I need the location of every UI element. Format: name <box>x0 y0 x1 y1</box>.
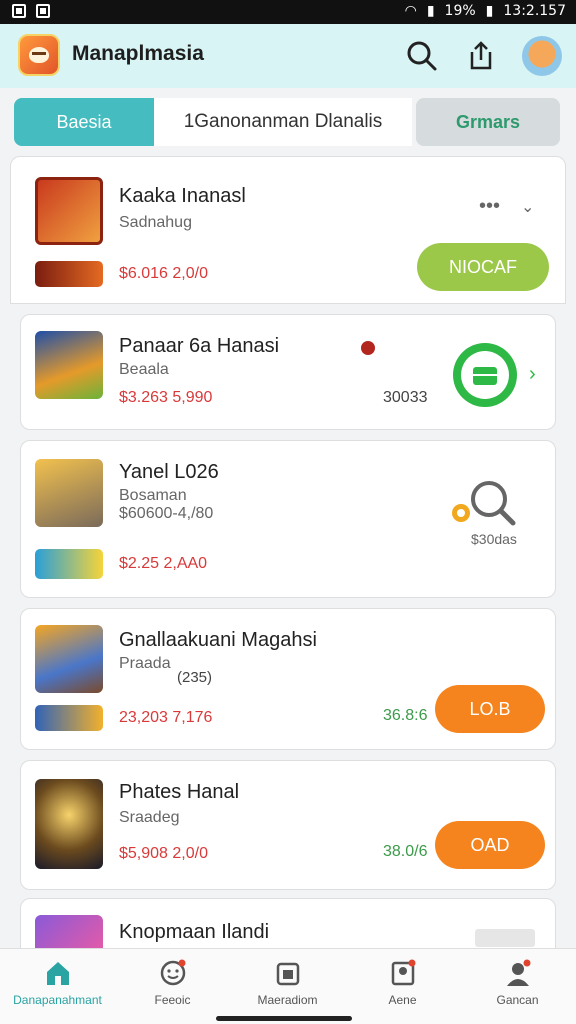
profile-icon <box>507 959 531 986</box>
list-item[interactable]: Gnallaakuani Magahsi Praada (235) 23,203… <box>20 608 556 750</box>
nav-home[interactable]: Danapanahmant <box>0 949 115 1013</box>
card-count: $30das <box>471 531 517 547</box>
search-icon[interactable] <box>447 477 519 533</box>
tab-bar: Baesia 1Ganonanman Dlanalis Grmars <box>14 98 562 146</box>
nav-maeradiom[interactable]: Maeradiom <box>230 949 345 1013</box>
card-title: Kaaka Inanasl <box>119 185 246 207</box>
game-thumbnail <box>35 459 103 527</box>
card-meta: (235) <box>177 669 213 686</box>
calendar-icon <box>276 962 300 986</box>
card-count: 30033 <box>383 389 428 406</box>
card-price: $3.263 5,990 <box>119 389 213 406</box>
map-icon <box>391 959 416 986</box>
search-icon[interactable] <box>404 38 438 72</box>
tab-dlanalis[interactable]: 1Ganonanman Dlanalis <box>154 98 412 146</box>
card-score: 36.8:6 <box>383 707 428 724</box>
avatar[interactable] <box>522 36 562 76</box>
live-indicator-icon <box>361 341 375 355</box>
nav-label: Feeoic <box>154 993 191 1007</box>
action-button[interactable]: LO.B <box>435 685 545 733</box>
chat-icon[interactable] <box>449 339 521 411</box>
nav-label: Aene <box>388 993 417 1007</box>
game-thumbnail <box>35 625 103 693</box>
nav-aene[interactable]: Aene <box>345 949 460 1013</box>
card-price: $6.016 2,0/0 <box>119 265 208 282</box>
tab-baesia[interactable]: Baesia <box>14 98 154 146</box>
card-title: Yanel L026 <box>119 461 219 483</box>
chevron-down-icon[interactable]: ⌄ <box>521 197 534 217</box>
wifi-icon: ◠ <box>404 3 417 19</box>
home-icon <box>47 962 69 985</box>
more-icon[interactable]: ••• <box>479 195 500 218</box>
home-indicator[interactable] <box>216 1016 352 1021</box>
battery-level: 19% <box>444 3 476 19</box>
game-badge <box>35 261 103 287</box>
share-icon[interactable] <box>464 38 498 72</box>
card-price: 23,203 7,176 <box>119 709 213 726</box>
game-badge <box>35 705 103 731</box>
notification-icon <box>12 4 26 18</box>
game-thumbnail <box>35 177 103 245</box>
card-title: Phates Hanal <box>119 781 240 803</box>
battery-icon: ▮ <box>485 3 494 19</box>
nav-label: Danapanahmant <box>13 993 102 1007</box>
card-meta: $60600-4,/80 <box>119 505 214 522</box>
list-item[interactable]: Phates Hanal Sraadeg $5,908 2,0/0 38.0/6… <box>20 760 556 890</box>
app-title: Manaplmasia <box>72 42 204 65</box>
action-button[interactable]: OAD <box>435 821 545 869</box>
card-subtitle: Beaala <box>119 361 169 378</box>
card-title: Gnallaakuani Magahsi <box>119 629 317 651</box>
chevron-right-icon[interactable]: › <box>529 363 536 386</box>
nav-label: Maeradiom <box>257 993 318 1007</box>
tag-icon <box>475 929 535 947</box>
card-subtitle: Sraadeg <box>119 809 180 826</box>
action-button[interactable]: NIOCAF <box>417 243 549 291</box>
tab-grmars[interactable]: Grmars <box>416 98 560 146</box>
game-thumbnail <box>35 779 103 869</box>
list-item[interactable]: Panaar 6a Hanasi Beaala $3.263 5,990 300… <box>20 314 556 430</box>
game-badge <box>35 549 103 579</box>
app-logo <box>18 34 60 76</box>
bottom-navigation: Danapanahmant Feeoic Maeradiom Aene Ganc… <box>0 948 576 1024</box>
nav-label: Gancan <box>496 993 539 1007</box>
card-subtitle: Bosaman <box>119 487 187 504</box>
card-subtitle: Sadnahug <box>119 214 192 231</box>
game-thumbnail <box>35 331 103 399</box>
card-score: 38.0/6 <box>383 843 428 860</box>
card-price: $5,908 2,0/0 <box>119 845 208 862</box>
list-item[interactable]: Yanel L026 Bosaman $60600-4,/80 $2.25 2,… <box>20 440 556 598</box>
card-price: $2.25 2,AA0 <box>119 555 208 572</box>
smile-icon <box>160 959 186 986</box>
nav-gancan[interactable]: Gancan <box>460 949 575 1013</box>
list-item[interactable]: Kaaka Inanasl Sadnahug $6.016 2,0/0 ••• … <box>10 156 566 304</box>
clock: 13:2.157 <box>503 3 566 19</box>
signal-icon: ▮ <box>426 3 435 19</box>
nav-feeoic[interactable]: Feeoic <box>115 949 230 1013</box>
status-bar: ◠ ▮ 19% ▮ 13:2.157 <box>0 0 576 24</box>
image-notification-icon <box>36 4 50 18</box>
card-title: Panaar 6a Hanasi <box>119 335 280 357</box>
card-title: Knopmaan Ilandi <box>119 921 270 943</box>
card-subtitle: Praada <box>119 655 171 672</box>
app-header: Manaplmasia <box>0 24 576 88</box>
